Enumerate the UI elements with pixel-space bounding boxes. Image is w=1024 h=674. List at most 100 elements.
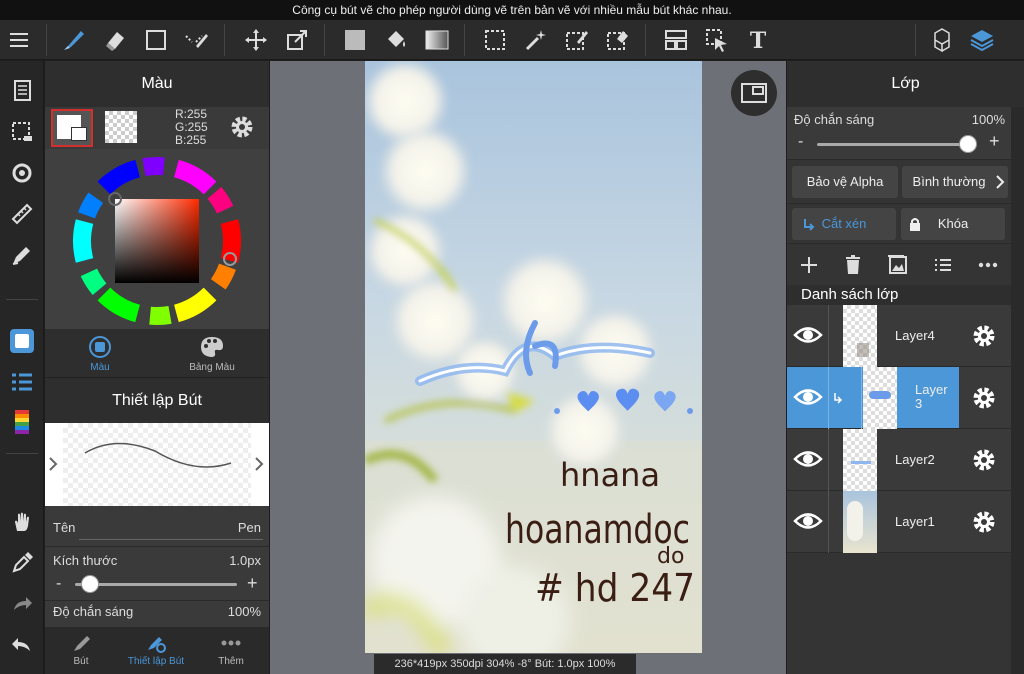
eye-icon[interactable] (793, 506, 823, 536)
layer-panel: Lớp Độ chắn sáng 100% - + Bảo vệ Alpha B… (787, 61, 1024, 674)
layer-panel-scrollbar[interactable] (1011, 107, 1024, 674)
color-panel-title: Màu (45, 61, 269, 107)
layer-panel-title: Lớp (787, 61, 1024, 107)
layer-item-layer4[interactable]: Layer4 (787, 305, 1011, 367)
tab-brush[interactable]: Bút (49, 633, 113, 667)
move-tool-icon[interactable] (240, 24, 272, 56)
eraser-tool-icon[interactable] (99, 24, 131, 56)
brush-name-row[interactable]: Tên Pen (45, 506, 269, 546)
brush-tool-icon[interactable] (58, 24, 90, 56)
layer-list-icon[interactable] (931, 253, 955, 282)
gradient-tool-icon[interactable] (421, 24, 453, 56)
layer-panel-toggle-icon[interactable] (6, 366, 38, 398)
layer-settings-gear-icon[interactable] (971, 447, 997, 473)
color-bar-icon[interactable] (6, 407, 38, 439)
select-pen-icon[interactable] (561, 24, 593, 56)
left-toolbar (0, 61, 44, 674)
redo-icon[interactable] (6, 588, 38, 620)
primary-color-swatch[interactable] (51, 109, 93, 147)
undo-icon[interactable] (6, 629, 38, 661)
layer-item-layer3[interactable]: Layer 3 (787, 367, 959, 429)
operation-tool-icon[interactable] (701, 24, 733, 56)
selection-panel-icon[interactable] (6, 116, 38, 148)
hand-tool-icon[interactable] (6, 506, 38, 538)
color-panel-toggle-icon[interactable] (6, 325, 38, 357)
canvas-status-bar: 236*419px 350dpi 304% -8° Bút: 1.0px 100… (374, 654, 636, 674)
shape-tool-icon[interactable] (140, 24, 172, 56)
transparent-color-swatch[interactable] (105, 111, 137, 143)
svg-text:# hd 247: # hd 247 (535, 566, 695, 610)
select-tool-icon[interactable] (479, 24, 511, 56)
clipping-button[interactable]: Cắt xén (792, 208, 896, 240)
select-eraser-icon[interactable] (602, 24, 634, 56)
clipping-icon (804, 219, 815, 231)
rotate-canvas-icon[interactable] (6, 157, 38, 189)
navigator-button[interactable] (731, 70, 777, 116)
ruler-icon[interactable] (6, 198, 38, 230)
layer-list-title: Danh sách lớp (787, 285, 1011, 305)
frame-divide-icon[interactable] (660, 24, 692, 56)
size-plus-button[interactable]: + (247, 573, 258, 594)
layer-settings-gear-icon[interactable] (971, 509, 997, 535)
artwork-canvas[interactable]: hnana hoanamdoc do # hd 247 (365, 61, 702, 653)
add-layer-icon[interactable] (797, 253, 821, 282)
eyedropper-icon[interactable] (6, 547, 38, 579)
tab-palette[interactable]: Bảng Màu (177, 335, 247, 373)
layers-icon[interactable] (966, 24, 998, 56)
page-manager-icon[interactable] (6, 75, 38, 107)
tab-more[interactable]: Thêm (199, 633, 263, 667)
material-icon[interactable] (926, 24, 958, 56)
text-tool-icon[interactable]: T (742, 24, 774, 56)
menu-icon[interactable] (4, 24, 36, 56)
delete-layer-icon[interactable] (841, 253, 865, 282)
tab-color[interactable]: Màu (65, 335, 135, 373)
rgb-readout: R:255 G:255 B:255 (175, 107, 208, 147)
chevron-right-icon (996, 175, 1005, 189)
magic-wand-icon[interactable] (520, 24, 552, 56)
layer-opacity-knob[interactable] (959, 135, 977, 153)
blend-mode-button[interactable]: Bình thường (902, 166, 1008, 198)
next-brush-icon (255, 457, 264, 471)
bucket-tool-icon[interactable] (380, 24, 412, 56)
bottom-tabs: Bút Thiết lập Bút Thêm (45, 627, 269, 674)
clip-indicator-icon (834, 393, 843, 404)
layer-settings-gear-icon[interactable] (971, 323, 997, 349)
pen-settings-icon[interactable] (6, 239, 38, 271)
flower-illustration (365, 61, 657, 484)
eye-icon[interactable] (793, 382, 823, 412)
brush-size-row: Kích thước 1.0px - + (45, 546, 269, 600)
color-tabs: Màu Bảng Màu (45, 329, 269, 377)
lock-button[interactable]: Khóa (901, 208, 1005, 240)
brush-preview (45, 423, 269, 506)
size-slider-knob[interactable] (80, 575, 99, 593)
tooltip-bar: Công cụ bút vẽ cho phép người dùng vẽ tr… (0, 0, 1024, 20)
layer-opacity-plus[interactable]: + (989, 131, 1000, 152)
size-minus-button[interactable]: - (56, 575, 61, 593)
layer-item-layer1[interactable]: Layer1 (787, 491, 1011, 553)
layer-thumbnail (843, 305, 877, 367)
correction-tool-icon[interactable] (181, 24, 213, 56)
canvas-area[interactable]: hnana hoanamdoc do # hd 247 236*419px 35… (270, 61, 786, 674)
layer-item-layer2[interactable]: Layer2 (787, 429, 1011, 491)
brush-settings-title: Thiết lập Bút (45, 377, 269, 423)
tab-brush-settings[interactable]: Thiết lập Bút (121, 633, 191, 667)
eye-icon[interactable] (793, 320, 823, 350)
prev-brush-icon (49, 457, 58, 471)
layer-image-icon[interactable] (886, 253, 910, 282)
more-options-icon[interactable] (976, 253, 1000, 282)
alpha-protect-button[interactable]: Bảo vệ Alpha (792, 166, 898, 198)
fill-color-icon[interactable] (339, 24, 371, 56)
transform-tool-icon[interactable] (281, 24, 313, 56)
size-slider[interactable] (75, 583, 237, 586)
layer-name: Layer4 (895, 328, 935, 343)
eye-icon[interactable] (793, 444, 823, 474)
color-settings-gear-icon[interactable] (229, 114, 255, 145)
layer-name: Layer 3 (915, 382, 948, 411)
brush-opacity-row[interactable]: Độ chắn sáng 100% (45, 600, 269, 627)
layer-opacity-minus[interactable]: - (798, 133, 803, 151)
color-wheel-area[interactable] (45, 149, 269, 329)
layer-settings-gear-icon[interactable] (971, 385, 997, 411)
layer-name: Layer1 (895, 514, 935, 529)
svg-text:T: T (750, 28, 767, 52)
layer-opacity-slider[interactable] (817, 143, 977, 146)
